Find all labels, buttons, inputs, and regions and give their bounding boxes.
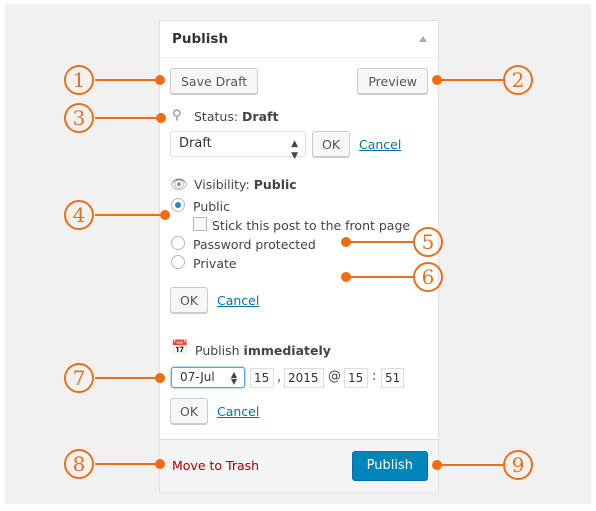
month-select[interactable]: 07-Jul ▲ ▼ bbox=[171, 367, 245, 388]
callout-dot bbox=[156, 113, 166, 123]
status-cancel-link[interactable]: Cancel bbox=[359, 137, 401, 152]
hour-input[interactable]: 15 bbox=[344, 368, 368, 388]
callout-4: 4 bbox=[64, 200, 94, 230]
publish-button[interactable]: Publish bbox=[351, 451, 428, 481]
select-arrows-icon: ▲ ▼ bbox=[291, 139, 298, 161]
callout-line bbox=[95, 117, 161, 119]
status-select[interactable]: Draft ▲ ▼ bbox=[170, 131, 306, 161]
sticky-checkbox[interactable] bbox=[193, 217, 207, 231]
pin-icon: ⚲ bbox=[172, 108, 182, 123]
callout-line bbox=[440, 464, 503, 466]
label-public: Public bbox=[193, 199, 230, 214]
calendar-icon: 📅 bbox=[171, 340, 189, 356]
callout-dot bbox=[155, 75, 165, 85]
radio-password[interactable] bbox=[171, 236, 185, 250]
callout-9: 9 bbox=[503, 450, 533, 480]
day-input[interactable]: 15 bbox=[250, 368, 274, 388]
time-separator: : bbox=[372, 369, 377, 384]
callout-dot bbox=[432, 460, 442, 470]
date-ok-button[interactable]: OK bbox=[170, 398, 209, 424]
move-to-trash-link[interactable]: Move to Trash bbox=[172, 458, 259, 473]
panel-footer: Move to Trash Publish bbox=[160, 439, 438, 492]
status-value: Draft bbox=[242, 109, 279, 124]
label-password: Password protected bbox=[193, 237, 316, 252]
date-cancel-link[interactable]: Cancel bbox=[217, 404, 259, 419]
radio-public[interactable] bbox=[171, 198, 185, 212]
status-select-value: Draft bbox=[179, 136, 212, 151]
callout-5: 5 bbox=[413, 227, 443, 257]
visibility-row: Visibility: Public bbox=[194, 177, 297, 192]
callout-line bbox=[347, 276, 413, 278]
callout-line bbox=[95, 463, 160, 465]
publish-value: immediately bbox=[243, 343, 331, 358]
callout-line bbox=[95, 377, 160, 379]
collapse-arrow-icon[interactable] bbox=[419, 36, 427, 42]
label-private: Private bbox=[193, 256, 237, 271]
year-input[interactable]: 2015 bbox=[284, 368, 324, 388]
eye-icon: 👁 bbox=[170, 177, 188, 193]
visibility-cancel-link[interactable]: Cancel bbox=[217, 293, 259, 308]
callout-dot bbox=[155, 459, 165, 469]
callout-dot bbox=[155, 373, 165, 383]
label-sticky: Stick this post to the front page bbox=[212, 218, 411, 233]
status-label: Status: bbox=[194, 109, 239, 124]
callout-3: 3 bbox=[64, 103, 94, 133]
panel-title: Publish bbox=[172, 31, 229, 47]
status-ok-button[interactable]: OK bbox=[312, 131, 351, 157]
callout-line bbox=[95, 79, 160, 81]
select-arrows-icon: ▲ ▼ bbox=[230, 370, 237, 386]
callout-8: 8 bbox=[64, 449, 94, 479]
callout-dot bbox=[341, 272, 351, 282]
callout-2: 2 bbox=[503, 65, 533, 95]
visibility-ok-button[interactable]: OK bbox=[170, 287, 209, 313]
panel-header[interactable]: Publish bbox=[160, 21, 438, 58]
save-draft-button[interactable]: Save Draft bbox=[170, 68, 259, 94]
publish-row: Publish immediately bbox=[195, 343, 331, 358]
callout-1: 1 bbox=[64, 65, 94, 95]
radio-private[interactable] bbox=[171, 255, 185, 269]
at-separator: @ bbox=[328, 369, 341, 384]
month-value: 07-Jul bbox=[180, 370, 215, 384]
preview-button[interactable]: Preview bbox=[357, 68, 428, 94]
callout-line bbox=[95, 214, 165, 216]
minute-input[interactable]: 51 bbox=[381, 368, 404, 388]
date-separator: , bbox=[277, 370, 282, 385]
publish-panel: Publish Save Draft Preview ⚲ Status: Dra… bbox=[159, 20, 439, 492]
callout-6: 6 bbox=[413, 262, 443, 292]
callout-dot bbox=[432, 75, 442, 85]
callout-line bbox=[347, 241, 413, 243]
callout-dot bbox=[160, 210, 170, 220]
publish-label: Publish bbox=[195, 343, 240, 358]
callout-line bbox=[440, 79, 503, 81]
status-row: Status: Draft bbox=[194, 109, 278, 124]
callout-dot bbox=[341, 237, 351, 247]
callout-7: 7 bbox=[64, 363, 94, 393]
visibility-label: Visibility: bbox=[194, 177, 250, 192]
visibility-value: Public bbox=[253, 177, 297, 192]
